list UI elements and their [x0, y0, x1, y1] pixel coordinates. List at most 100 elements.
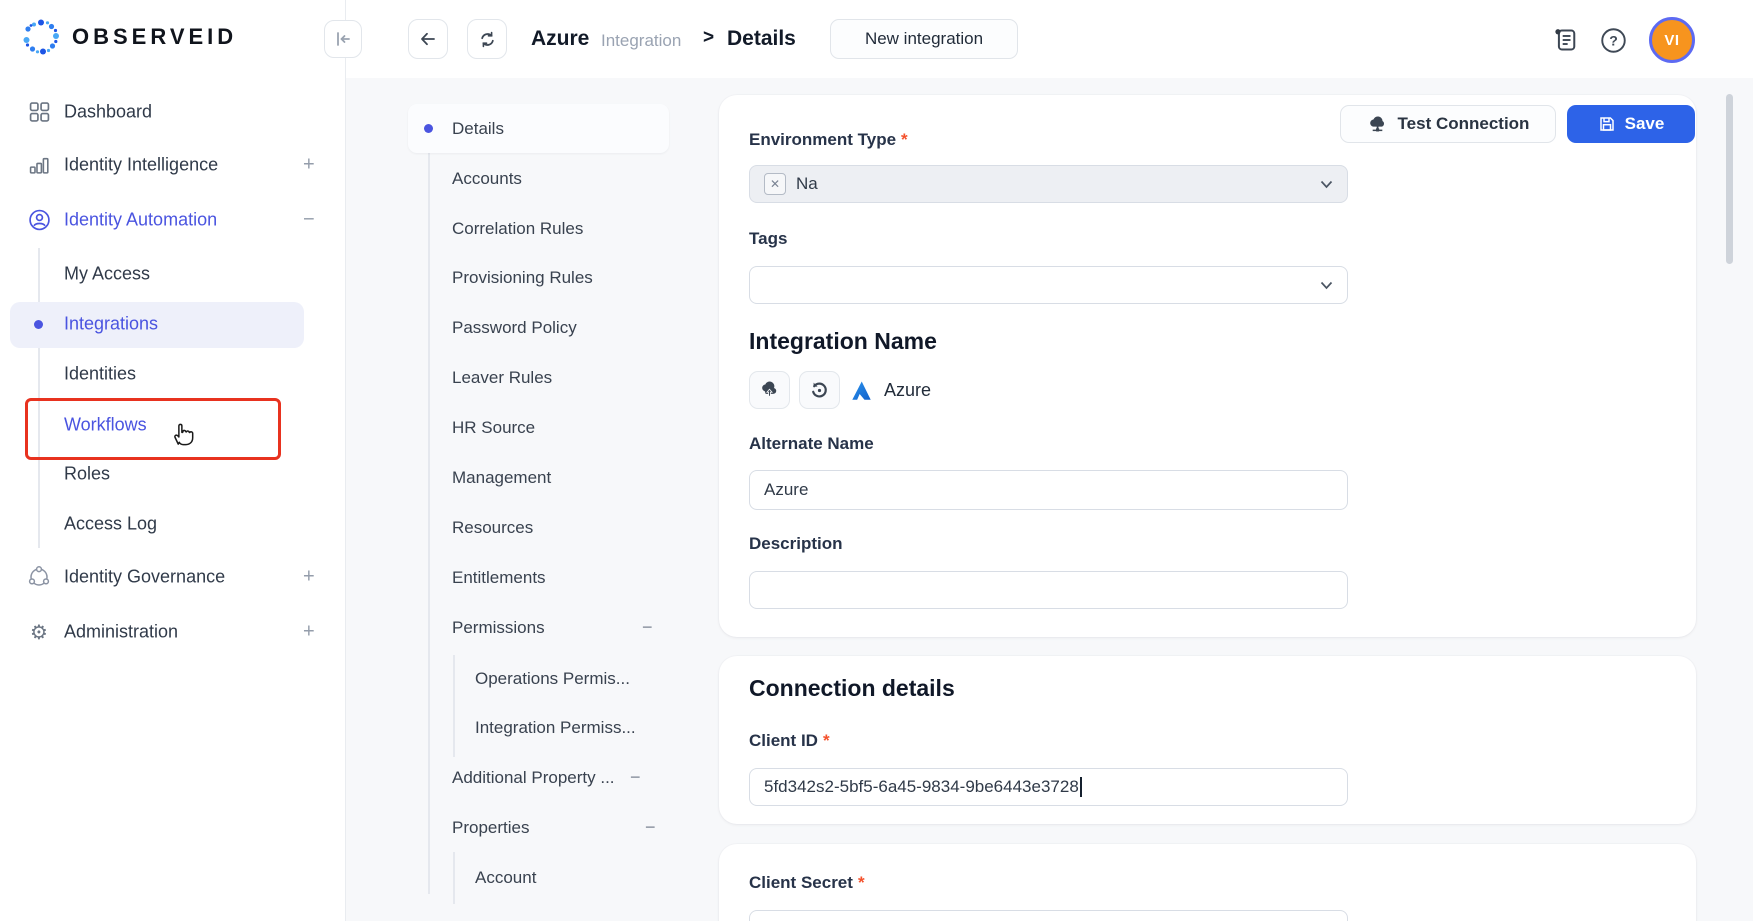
subnav-item-resources[interactable]: Resources	[452, 516, 533, 540]
subnav-item-integration-permissions[interactable]: Integration Permiss...	[475, 716, 636, 740]
environment-type-select[interactable]: ✕ Na	[749, 165, 1348, 203]
subnav-item-additional-property[interactable]: Additional Property ...	[452, 766, 615, 790]
person-circle-icon	[27, 209, 51, 232]
sidebar-item-identities[interactable]: Identities	[0, 352, 345, 396]
integration-name-heading: Integration Name	[749, 328, 937, 355]
environment-type-label: Environment Type *	[749, 128, 908, 152]
sidebar-item-dashboard[interactable]: Dashboard	[0, 90, 345, 134]
subnav-label: Details	[452, 119, 504, 139]
subnav-item-hr-source[interactable]: HR Source	[452, 416, 535, 440]
tags-select[interactable]	[749, 266, 1348, 304]
client-secret-card: Client Secret *	[719, 844, 1696, 921]
sidebar-item-identity-governance[interactable]: Identity Governance +	[0, 555, 345, 599]
help-button[interactable]: ?	[1600, 27, 1627, 59]
collapse-sidebar-button[interactable]	[324, 20, 362, 58]
chevron-down-icon[interactable]	[1320, 281, 1333, 290]
sidebar-item-integrations[interactable]: Integrations	[0, 302, 345, 346]
activity-log-button[interactable]	[1553, 27, 1579, 58]
required-asterisk: *	[901, 130, 908, 150]
save-button[interactable]: Save	[1567, 105, 1695, 143]
gear-icon: ⚙	[27, 620, 51, 644]
sidebar-item-identity-automation[interactable]: Identity Automation −	[0, 198, 345, 242]
vertical-scrollbar-thumb[interactable]	[1726, 94, 1733, 264]
subnav-item-provisioning-rules[interactable]: Provisioning Rules	[452, 266, 593, 290]
subnav-child-guide-line-properties	[453, 852, 455, 904]
new-integration-label: New integration	[865, 29, 983, 49]
brand-name: OBSERVEID	[72, 24, 237, 50]
breadcrumb-current: Details	[727, 27, 796, 51]
label-text: Environment Type	[749, 130, 896, 150]
subnav-item-leaver-rules[interactable]: Leaver Rules	[452, 366, 552, 390]
upload-logo-button[interactable]	[749, 371, 790, 409]
sidebar-item-administration[interactable]: ⚙ Administration +	[0, 610, 345, 654]
governance-network-icon	[27, 566, 51, 588]
client-id-input[interactable]: 5fd342s2-5bf5-6a45-9834-9be6443e3728	[749, 768, 1348, 806]
subnav-label: Management	[452, 468, 551, 488]
label-text: Client ID	[749, 731, 818, 751]
svg-text:?: ?	[1609, 32, 1618, 48]
refresh-button[interactable]	[467, 19, 507, 59]
chevron-down-icon[interactable]	[1320, 180, 1333, 189]
collapse-toggle[interactable]: −	[303, 209, 315, 232]
additional-property-collapse-toggle[interactable]: −	[630, 767, 641, 788]
subnav-item-properties[interactable]: Properties	[452, 816, 529, 840]
user-avatar[interactable]: VI	[1649, 17, 1695, 63]
subnav-item-details[interactable]	[408, 104, 669, 153]
dashboard-grid-icon	[27, 102, 51, 123]
restore-logo-button[interactable]	[799, 371, 840, 409]
description-label: Description	[749, 532, 843, 556]
sidebar-item-identity-intelligence[interactable]: Identity Intelligence +	[0, 143, 345, 187]
workflows-highlight-box	[25, 398, 281, 460]
mouse-cursor-pointer	[168, 418, 198, 453]
test-connection-button[interactable]: Test Connection	[1340, 105, 1556, 143]
subnav-item-permissions[interactable]: Permissions	[452, 616, 545, 640]
subnav-label: Accounts	[452, 169, 522, 189]
connection-details-heading: Connection details	[749, 675, 955, 702]
remove-selection-icon[interactable]: ✕	[764, 173, 786, 195]
tags-label: Tags	[749, 227, 787, 251]
text-caret	[1080, 777, 1082, 797]
sidebar-item-label: Identity Governance	[64, 567, 225, 588]
required-asterisk: *	[858, 873, 865, 893]
save-floppy-icon	[1598, 115, 1616, 133]
alternate-name-label: Alternate Name	[749, 432, 874, 456]
subnav-label: Account	[475, 868, 536, 888]
client-id-value: 5fd342s2-5bf5-6a45-9834-9be6443e3728	[764, 777, 1079, 797]
subnav-label: Additional Property ...	[452, 768, 615, 788]
subnav-item-accounts[interactable]: Accounts	[452, 167, 522, 191]
primary-sidebar: OBSERVEID Dashboard Identity Intelligenc…	[0, 0, 346, 921]
subnav-item-management[interactable]: Management	[452, 466, 551, 490]
expand-toggle[interactable]: +	[303, 154, 315, 177]
client-secret-input[interactable]	[749, 910, 1348, 921]
sidebar-item-access-log[interactable]: Access Log	[0, 502, 345, 546]
expand-toggle[interactable]: +	[303, 621, 315, 644]
sidebar-item-label: Access Log	[64, 514, 157, 535]
connection-details-card: Connection details Client ID * 5fd342s2-…	[719, 656, 1696, 824]
permissions-collapse-toggle[interactable]: −	[642, 617, 653, 638]
brand-logo[interactable]: OBSERVEID	[20, 16, 237, 58]
subnav-item-account[interactable]: Account	[475, 866, 536, 890]
subnav-item-correlation-rules[interactable]: Correlation Rules	[452, 217, 583, 241]
refresh-icon	[478, 30, 497, 49]
subnav-label: Leaver Rules	[452, 368, 552, 388]
back-button[interactable]	[408, 19, 448, 59]
label-text: Client Secret	[749, 873, 853, 893]
environment-type-value: Na	[796, 174, 818, 194]
alternate-name-input[interactable]	[749, 470, 1348, 510]
subnav-item-details-label[interactable]: Details	[452, 117, 504, 141]
new-integration-button[interactable]: New integration	[830, 19, 1018, 59]
subnav-label: Password Policy	[452, 318, 577, 338]
description-input[interactable]	[749, 571, 1348, 609]
expand-toggle[interactable]: +	[303, 566, 315, 589]
subnav-item-password-policy[interactable]: Password Policy	[452, 316, 577, 340]
subnav-item-entitlements[interactable]: Entitlements	[452, 566, 546, 590]
sidebar-item-my-access[interactable]: My Access	[0, 252, 345, 296]
subnav-label: Operations Permis...	[475, 669, 630, 689]
subnav-label: Provisioning Rules	[452, 268, 593, 288]
properties-collapse-toggle[interactable]: −	[645, 817, 656, 838]
provider-row: Azure	[850, 379, 931, 402]
app-root: Details Accounts Correlation Rules Provi…	[0, 0, 1753, 921]
breadcrumb-context: Integration	[601, 31, 681, 51]
subnav-item-operations-permissions[interactable]: Operations Permis...	[475, 667, 630, 691]
sidebar-item-label: Roles	[64, 464, 110, 485]
